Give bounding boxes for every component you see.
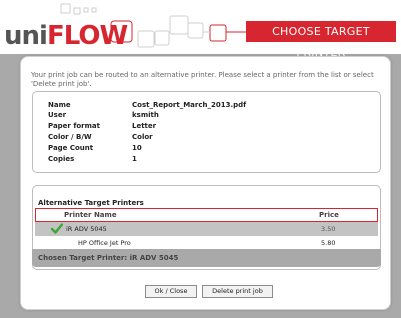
job-label: Color / B/W xyxy=(48,133,92,141)
printers-table-header: Printer Name Price xyxy=(35,208,378,222)
col-price: Price xyxy=(319,211,339,219)
checkmark-icon xyxy=(51,223,63,234)
chosen-printer-text: Chosen Target Printer: iR ADV 5045 xyxy=(38,254,179,262)
printer-name: HP Office Jet Pro xyxy=(78,239,131,247)
job-label: Copies xyxy=(48,155,75,163)
header: uniFLOW CHOOSE TARGET PRINTER xyxy=(0,0,401,59)
job-label: Page Count xyxy=(48,144,94,152)
printer-row[interactable]: HP Office Jet Pro 5.80 xyxy=(35,236,378,250)
printer-price: 3.50 xyxy=(321,225,336,233)
job-value: Cost_Report_March_2013.pdf xyxy=(132,101,247,109)
ok-close-button[interactable]: Ok / Close xyxy=(145,285,197,298)
printer-row-selected[interactable]: iR ADV 5045 3.50 xyxy=(35,222,378,236)
col-printer-name: Printer Name xyxy=(64,211,117,219)
intro-text: Your print job can be routed to an alter… xyxy=(31,71,374,88)
job-label: Paper format xyxy=(48,122,100,130)
printers-title: Alternative Target Printers xyxy=(38,199,144,207)
job-label: Name xyxy=(48,101,71,109)
job-value: 1 xyxy=(132,155,137,163)
dialog-panel: Your print job can be routed to an alter… xyxy=(20,56,391,310)
job-value: Letter xyxy=(132,122,157,130)
job-value: ksmith xyxy=(132,111,159,119)
job-info-box: Name Cost_Report_March_2013.pdf User ksm… xyxy=(32,91,381,173)
delete-print-job-button[interactable]: Delete print job xyxy=(202,285,273,298)
page-title: CHOOSE TARGET PRINTER xyxy=(246,21,396,59)
job-value: Color xyxy=(132,133,153,141)
printer-name: iR ADV 5045 xyxy=(66,225,107,233)
job-value: 10 xyxy=(132,144,142,152)
job-label: User xyxy=(48,111,67,119)
chosen-printer-bar: Chosen Target Printer: iR ADV 5045 xyxy=(32,249,381,267)
printer-price: 5.80 xyxy=(321,239,336,247)
